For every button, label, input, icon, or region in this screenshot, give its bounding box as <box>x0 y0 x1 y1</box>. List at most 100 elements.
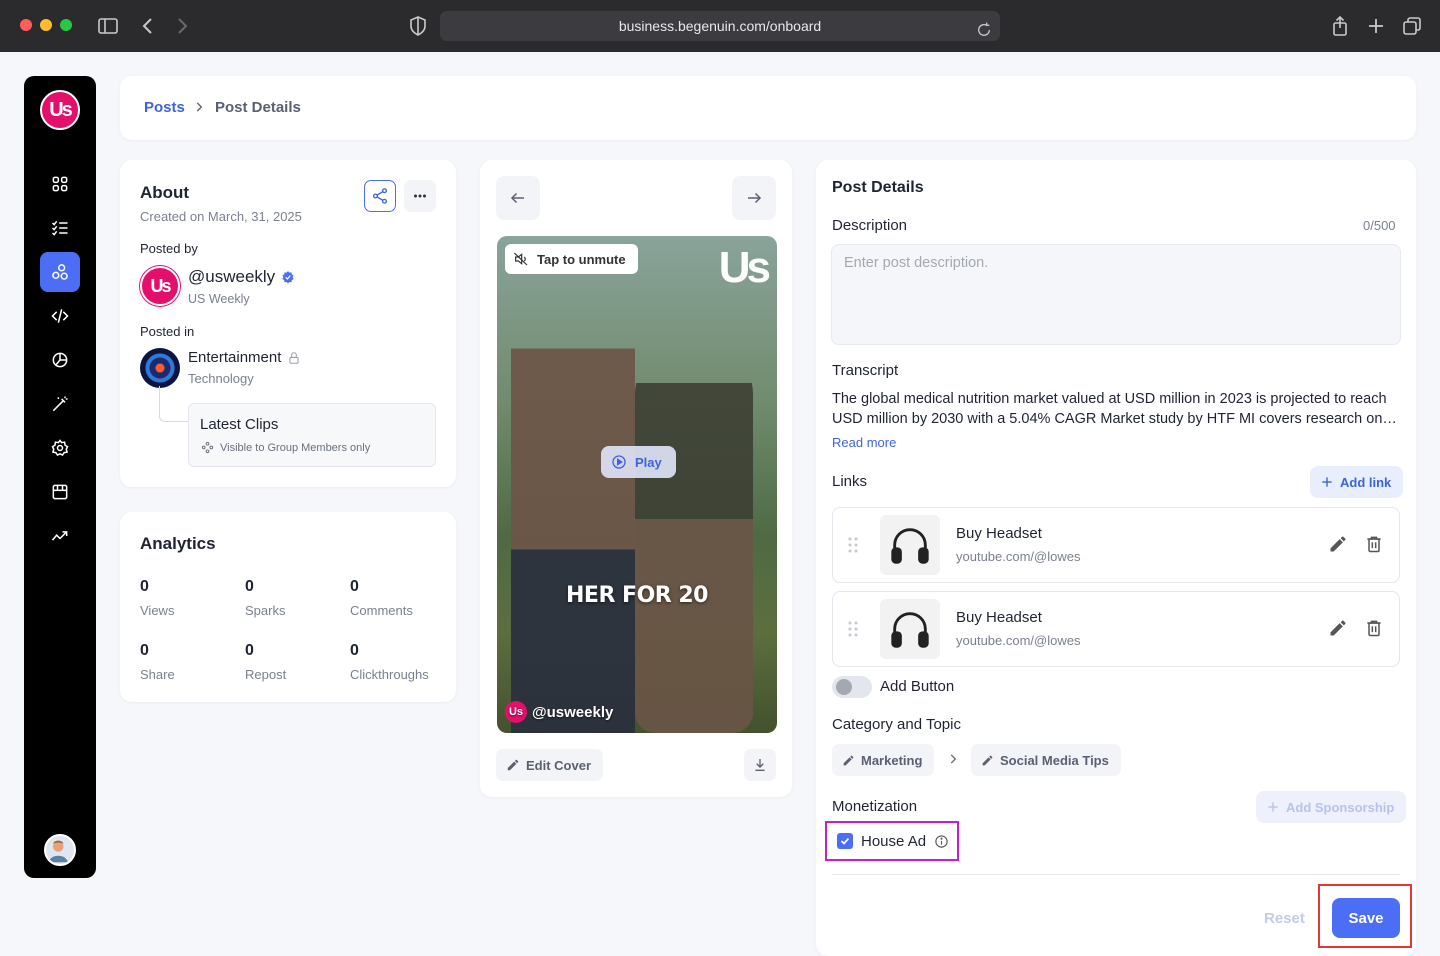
nav-trends[interactable] <box>40 516 80 556</box>
brand-watermark: Us <box>718 243 771 292</box>
play-button[interactable]: Play <box>601 446 676 478</box>
download-button[interactable] <box>744 749 776 781</box>
posted-by-label: Posted by <box>140 241 198 256</box>
nav-analytics[interactable] <box>40 340 80 380</box>
links-label: Links <box>832 473 868 490</box>
nav-embed[interactable] <box>40 296 80 336</box>
link-thumbnail <box>880 515 940 575</box>
link-item[interactable]: Buy Headset youtube.com/@lowes <box>832 591 1400 667</box>
back-icon[interactable] <box>136 14 160 38</box>
window-close-button[interactable] <box>20 19 32 31</box>
edit-link-icon[interactable] <box>1328 534 1348 554</box>
community-category: Technology <box>188 371 254 386</box>
chevron-right-icon <box>192 100 206 114</box>
drag-handle-icon <box>848 537 858 553</box>
stat-sparks-value: 0 <box>245 578 254 595</box>
transcript-text: The global medical nutrition market valu… <box>832 391 1387 427</box>
user-avatar[interactable] <box>44 834 76 866</box>
nav-dashboard[interactable] <box>40 164 80 204</box>
read-more-link[interactable]: Read more <box>832 435 896 450</box>
store-icon <box>52 484 68 500</box>
add-button-toggle[interactable] <box>832 676 872 698</box>
tap-to-unmute-button[interactable]: Tap to unmute <box>505 244 638 274</box>
browser-toolbar: business.begenuin.com/onboard <box>0 0 1440 52</box>
nav-settings[interactable] <box>40 428 80 468</box>
link-url: youtube.com/@lowes <box>956 549 1081 564</box>
stat-comments-label: Comments <box>350 603 413 618</box>
magic-wand-icon <box>52 396 68 412</box>
window-maximize-button[interactable] <box>60 19 72 31</box>
description-counter: 0/500 <box>1363 218 1396 233</box>
stat-comments-value: 0 <box>350 578 359 595</box>
analytics-card: Analytics 0 Views 0 Sparks 0 Comments 0 … <box>120 512 456 702</box>
stat-clickthroughs-label: Clickthroughs <box>350 667 429 682</box>
video-caption: HER FOR 20 <box>566 583 709 608</box>
clip-visibility: Visible to Group Members only <box>220 441 371 454</box>
video-player[interactable]: Tap to unmute Us Play HER FOR 20 Us @usw… <box>497 236 777 733</box>
sidebar-toggle-icon[interactable] <box>96 14 120 38</box>
topic-chip[interactable]: Social Media Tips <box>971 744 1121 776</box>
topic-value: Social Media Tips <box>1000 752 1109 768</box>
transcript-label: Transcript <box>832 362 899 379</box>
analytics-pie-icon <box>52 352 68 368</box>
nav-communities[interactable] <box>40 252 80 292</box>
plus-icon <box>1322 477 1332 487</box>
author-handle[interactable]: @usweekly <box>188 267 275 287</box>
nav-ai-tools[interactable] <box>40 384 80 424</box>
house-ad-checkbox[interactable] <box>837 833 853 849</box>
share-icon <box>372 188 388 204</box>
community-row[interactable]: Entertainment <box>188 349 301 366</box>
community-avatar[interactable] <box>140 348 180 388</box>
share-post-button[interactable] <box>364 180 396 212</box>
add-button-label: Add Button <box>880 678 955 695</box>
edit-cover-button[interactable]: Edit Cover <box>496 749 604 781</box>
url-text: business.begenuin.com/onboard <box>618 18 822 34</box>
app-logo[interactable]: Us <box>40 90 80 130</box>
stat-repost-value: 0 <box>245 642 254 659</box>
author-handle-row[interactable]: @usweekly <box>188 267 295 287</box>
description-input[interactable]: Enter post description. <box>831 244 1401 345</box>
edit-link-icon[interactable] <box>1328 618 1348 638</box>
reset-button[interactable]: Reset <box>1264 910 1305 927</box>
stat-views-value: 0 <box>140 578 149 595</box>
video-handle: @usweekly <box>532 703 614 721</box>
add-sponsorship-button[interactable]: Add Sponsorship <box>1256 791 1407 823</box>
description-label: Description <box>832 217 908 234</box>
breadcrumb-posts-link[interactable]: Posts <box>144 99 185 116</box>
add-link-button[interactable]: Add link <box>1310 466 1404 498</box>
delete-link-icon[interactable] <box>1364 618 1384 638</box>
tap-to-unmute-label: Tap to unmute <box>537 251 626 267</box>
window-minimize-button[interactable] <box>40 19 52 31</box>
clip-card[interactable]: Latest Clips Visible to Group Members on… <box>188 403 436 467</box>
nav-store[interactable] <box>40 472 80 512</box>
more-options-button[interactable] <box>404 180 436 212</box>
link-item[interactable]: Buy Headset youtube.com/@lowes <box>832 507 1400 583</box>
save-button[interactable]: Save <box>1332 898 1400 938</box>
tab-overview-icon[interactable] <box>1400 14 1424 38</box>
pencil-icon <box>843 755 854 765</box>
author-avatar[interactable]: Us <box>140 266 180 306</box>
video-frame-figure <box>635 344 753 733</box>
house-ad-option[interactable]: House Ad <box>825 821 959 861</box>
about-title: About <box>140 183 190 202</box>
share-icon[interactable] <box>1328 14 1352 38</box>
created-date: Created on March, 31, 2025 <box>140 209 302 224</box>
new-tab-icon[interactable] <box>1364 14 1388 38</box>
community-name[interactable]: Entertainment <box>188 349 281 366</box>
code-icon <box>51 309 69 323</box>
clip-title: Latest Clips <box>200 416 279 433</box>
more-horizontal-icon <box>414 194 426 198</box>
address-bar[interactable]: business.begenuin.com/onboard <box>440 11 1000 41</box>
reload-icon[interactable] <box>976 18 992 36</box>
shield-icon[interactable] <box>406 14 430 38</box>
category-chip[interactable]: Marketing <box>832 744 935 776</box>
breadcrumb-current: Post Details <box>215 99 301 116</box>
previous-media-button[interactable] <box>496 176 540 220</box>
nav-list[interactable] <box>40 208 80 248</box>
arrow-right-icon <box>748 192 762 204</box>
analytics-title: Analytics <box>140 534 216 553</box>
next-media-button[interactable] <box>732 176 776 220</box>
delete-link-icon[interactable] <box>1364 534 1384 554</box>
description-placeholder: Enter post description. <box>844 255 989 271</box>
forward-icon[interactable] <box>170 14 194 38</box>
